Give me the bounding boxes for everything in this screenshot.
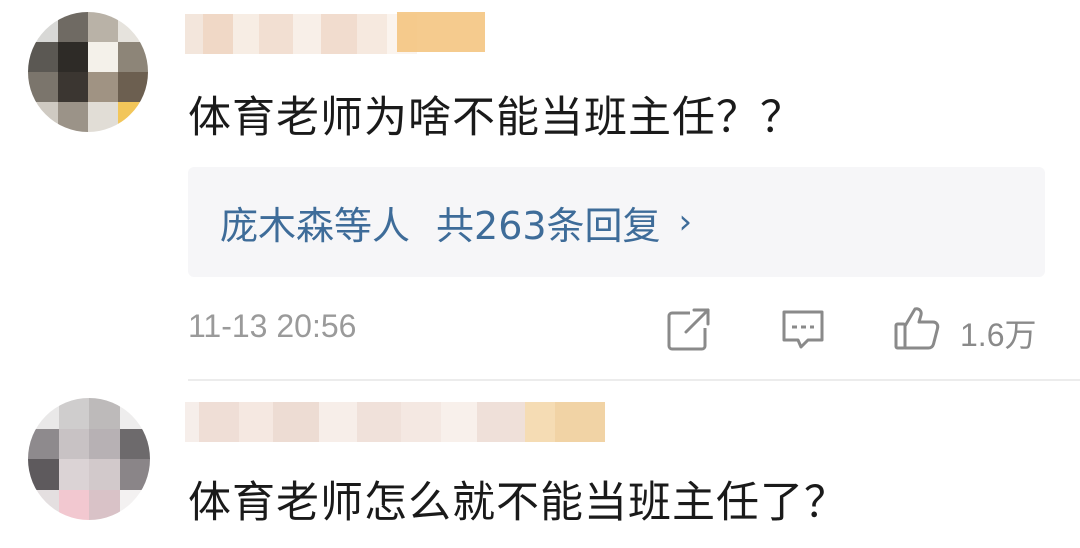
- comment-icon[interactable]: [780, 306, 826, 352]
- thumbs-up-icon[interactable]: [893, 304, 941, 352]
- divider: [188, 379, 1080, 381]
- username-pixelated[interactable]: [185, 402, 605, 442]
- avatar[interactable]: [28, 398, 150, 520]
- chevron-right-icon: ›: [678, 202, 693, 242]
- comment-meta-row: 11-13 20:56 1.6万: [188, 300, 1045, 360]
- reply-preview-users: 庞木森等人: [220, 203, 411, 248]
- comment-item: 体育老师为啥不能当班主任？？ 庞木森等人 共263条回复 › 11-13 20:…: [0, 0, 1080, 380]
- share-icon[interactable]: [666, 306, 712, 352]
- comment-text: 体育老师为啥不能当班主任？？: [188, 93, 804, 143]
- avatar-pixelated-image: [28, 398, 150, 520]
- avatar-pixelated-image: [28, 12, 148, 132]
- member-badge-icon: [397, 12, 485, 52]
- avatar[interactable]: [28, 12, 148, 132]
- like-count: 1.6万: [960, 317, 1037, 353]
- comment-timestamp: 11-13 20:56: [188, 308, 357, 344]
- reply-preview-count: 共263条回复: [436, 203, 661, 248]
- reply-preview[interactable]: 庞木森等人 共263条回复 ›: [188, 167, 1045, 277]
- comment-text: 体育老师怎么就不能当班主任了？: [188, 478, 848, 528]
- comment-feed: 体育老师为啥不能当班主任？？ 庞木森等人 共263条回复 › 11-13 20:…: [0, 0, 1080, 548]
